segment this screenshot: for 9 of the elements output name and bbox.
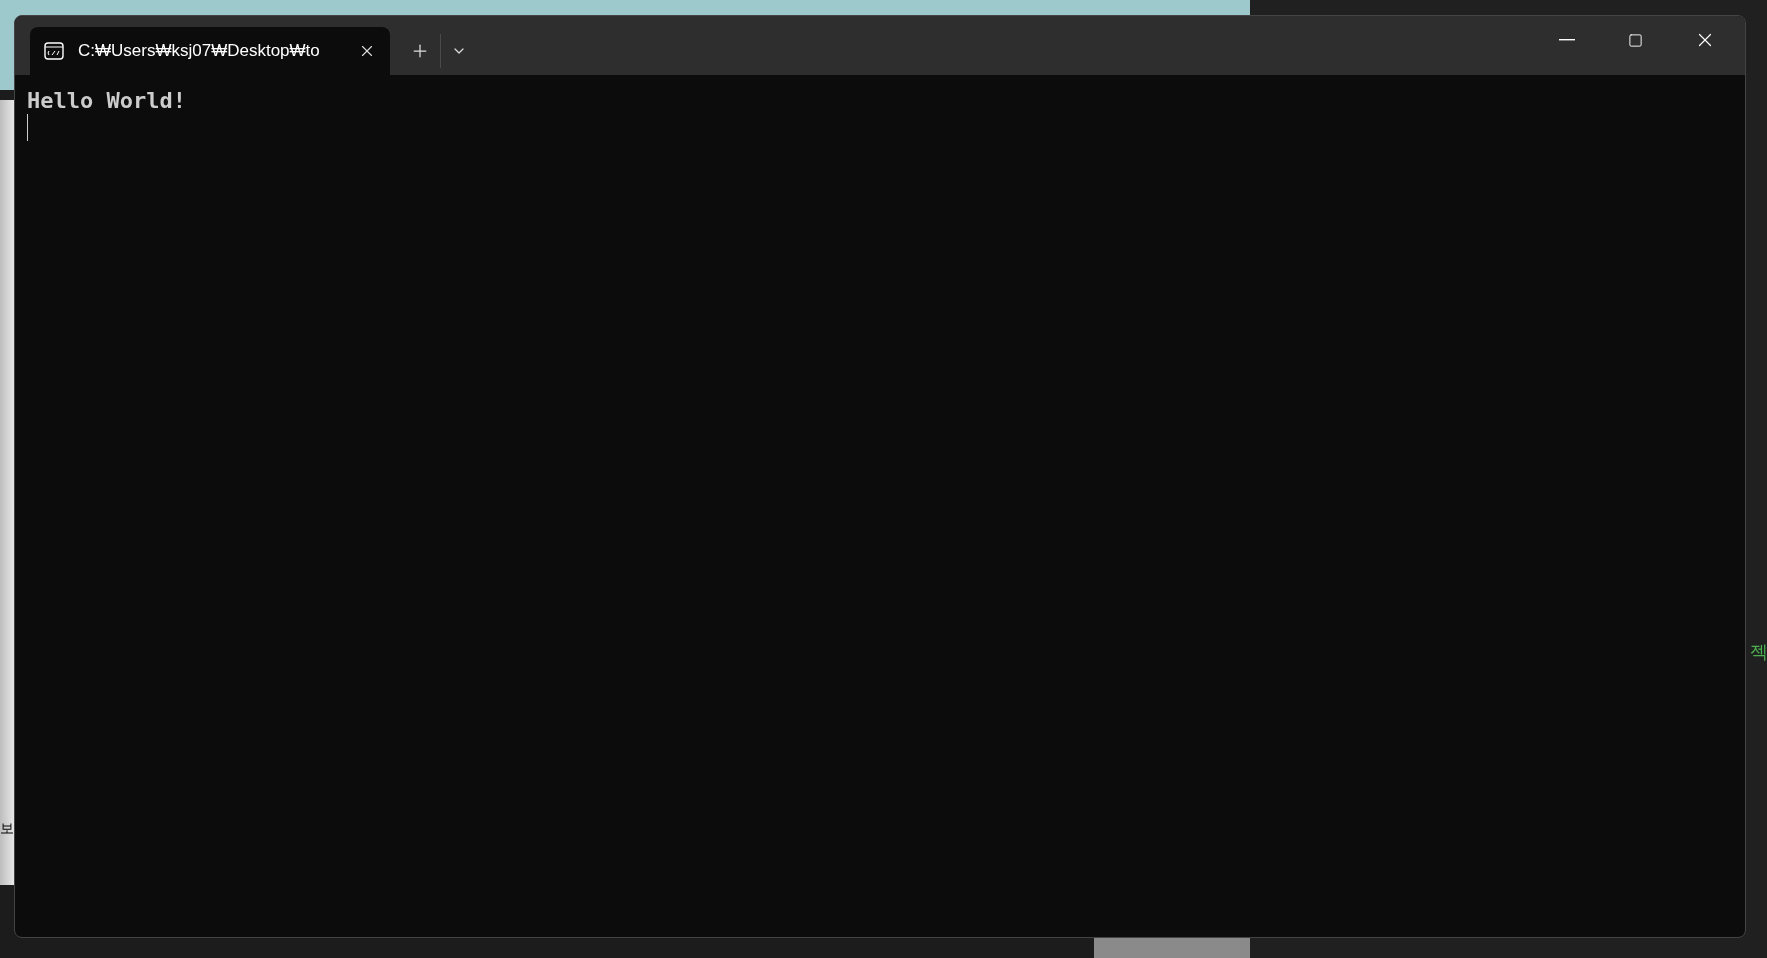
terminal-area[interactable]: Hello World! xyxy=(15,75,1745,937)
terminal-icon xyxy=(44,42,64,60)
minimize-icon xyxy=(1558,39,1575,41)
tab[interactable]: C:₩Users₩ksj07₩Desktop₩to xyxy=(30,27,390,75)
tab-title: C:₩Users₩ksj07₩Desktop₩to xyxy=(78,40,321,63)
panel-text: 보 xyxy=(0,821,14,835)
terminal-line: Hello World! xyxy=(27,87,186,114)
maximize-icon xyxy=(1628,32,1643,48)
panel-text: 젝 xyxy=(1750,643,1767,661)
